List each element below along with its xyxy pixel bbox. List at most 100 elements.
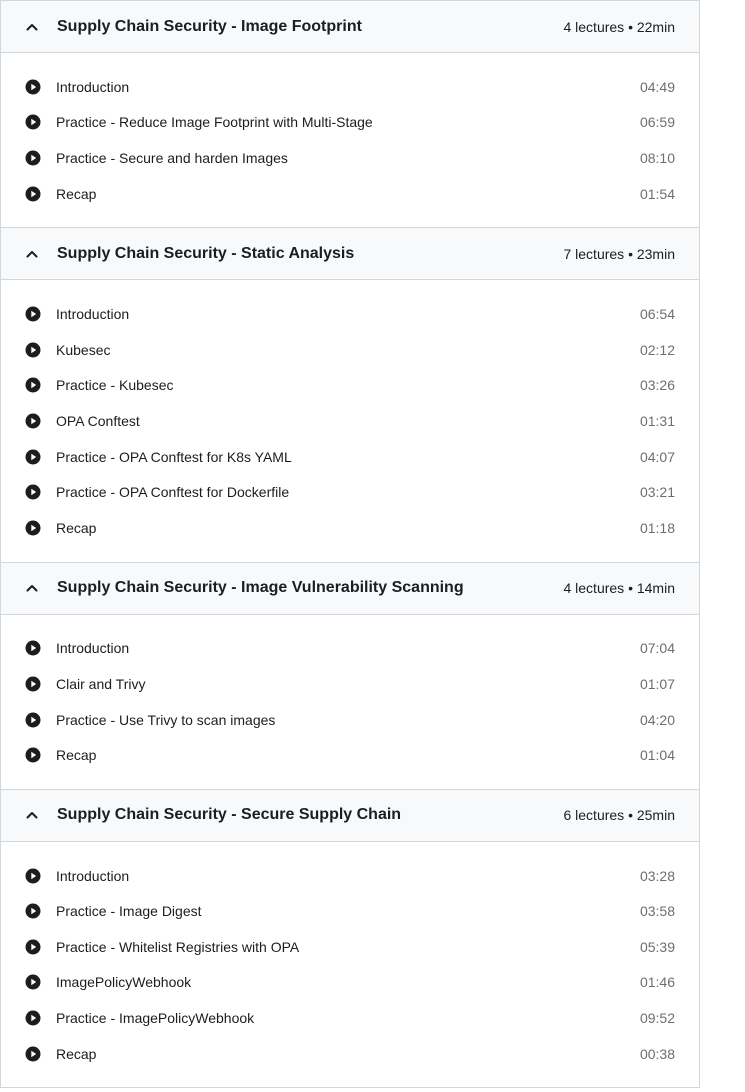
chevron-up-icon xyxy=(25,244,45,264)
lecture-item[interactable]: Kubesec 02:12 xyxy=(1,332,699,368)
play-circle-icon xyxy=(25,186,41,202)
lecture-item[interactable]: Practice - Use Trivy to scan images 04:2… xyxy=(1,702,699,738)
lecture-title[interactable]: Kubesec xyxy=(56,342,640,358)
lecture-list: Introduction 03:28 Practice - Image Dige… xyxy=(1,842,699,1088)
lecture-duration: 03:26 xyxy=(639,377,675,394)
lecture-item[interactable]: Introduction 04:49 xyxy=(1,69,699,105)
lecture-item[interactable]: Practice - OPA Conftest for Dockerfile 0… xyxy=(1,474,699,510)
lecture-item[interactable]: Recap 01:54 xyxy=(1,176,699,212)
course-curriculum: Supply Chain Security - Image Footprint … xyxy=(0,0,700,1089)
lecture-item[interactable]: Practice - Reduce Image Footprint with M… xyxy=(1,105,699,141)
lecture-title[interactable]: Practice - Secure and harden Images xyxy=(56,150,640,166)
lecture-duration: 06:59 xyxy=(639,114,675,131)
play-circle-icon xyxy=(25,484,41,500)
lecture-item[interactable]: Practice - ImagePolicyWebhook 09:52 xyxy=(1,1000,699,1036)
lecture-title[interactable]: Recap xyxy=(56,747,640,763)
play-circle-icon xyxy=(25,939,41,955)
lecture-list: Introduction 07:04 Clair and Trivy 01:07… xyxy=(1,615,699,789)
lecture-item[interactable]: Practice - Secure and harden Images 08:1… xyxy=(1,140,699,176)
section-header-toggle[interactable]: Supply Chain Security - Secure Supply Ch… xyxy=(1,789,699,842)
play-circle-icon xyxy=(25,712,41,728)
play-circle-icon xyxy=(25,342,41,358)
curriculum-section: Supply Chain Security - Static Analysis … xyxy=(0,228,700,563)
lecture-title[interactable]: Practice - Kubesec xyxy=(56,377,640,393)
lecture-title[interactable]: Introduction xyxy=(56,640,640,656)
lecture-item[interactable]: Recap 00:38 xyxy=(1,1036,699,1072)
lecture-title[interactable]: OPA Conftest xyxy=(56,413,640,429)
lecture-title[interactable]: Practice - ImagePolicyWebhook xyxy=(56,1010,640,1026)
lecture-item[interactable]: ImagePolicyWebhook 01:46 xyxy=(1,965,699,1001)
section-title: Supply Chain Security - Secure Supply Ch… xyxy=(57,806,402,824)
lecture-title[interactable]: Introduction xyxy=(56,79,640,95)
lecture-item[interactable]: Practice - OPA Conftest for K8s YAML 04:… xyxy=(1,439,699,475)
section-lecture-count: 4 lectures • 22min xyxy=(563,18,675,35)
play-circle-icon xyxy=(25,449,41,465)
play-circle-icon xyxy=(25,640,41,656)
lecture-title[interactable]: Practice - Use Trivy to scan images xyxy=(56,712,640,728)
chevron-up-icon xyxy=(25,17,45,37)
lecture-title[interactable]: Introduction xyxy=(56,868,640,884)
lecture-duration: 00:38 xyxy=(639,1045,675,1062)
lecture-duration: 04:20 xyxy=(639,711,675,728)
lecture-item[interactable]: Introduction 03:28 xyxy=(1,858,699,894)
lecture-item[interactable]: Introduction 06:54 xyxy=(1,296,699,332)
lecture-item[interactable]: Introduction 07:04 xyxy=(1,631,699,667)
lecture-duration: 01:54 xyxy=(639,185,675,202)
lecture-title[interactable]: Recap xyxy=(56,186,640,202)
chevron-up-icon xyxy=(25,578,45,598)
play-circle-icon xyxy=(25,413,41,429)
lecture-duration: 06:54 xyxy=(639,306,675,323)
lecture-title[interactable]: Recap xyxy=(56,520,640,536)
lecture-title[interactable]: ImagePolicyWebhook xyxy=(56,974,640,990)
lecture-duration: 01:31 xyxy=(639,412,675,429)
lecture-item[interactable]: Recap 01:04 xyxy=(1,737,699,773)
curriculum-section: Supply Chain Security - Image Footprint … xyxy=(0,0,700,229)
lecture-duration: 04:07 xyxy=(639,448,675,465)
lecture-duration: 03:28 xyxy=(639,867,675,884)
lecture-title[interactable]: Introduction xyxy=(56,306,640,322)
lecture-item[interactable]: Clair and Trivy 01:07 xyxy=(1,666,699,702)
lecture-duration: 08:10 xyxy=(639,149,675,166)
lecture-duration: 01:18 xyxy=(639,519,675,536)
play-circle-icon xyxy=(25,114,41,130)
chevron-up-icon xyxy=(25,805,45,825)
lecture-title[interactable]: Clair and Trivy xyxy=(56,676,640,692)
lecture-duration: 02:12 xyxy=(639,341,675,358)
section-lecture-count: 7 lectures • 23min xyxy=(563,245,675,262)
lecture-list: Introduction 06:54 Kubesec 02:12 Practic… xyxy=(1,280,699,561)
lecture-item[interactable]: Recap 01:18 xyxy=(1,510,699,546)
lecture-title[interactable]: Practice - OPA Conftest for K8s YAML xyxy=(56,449,640,465)
play-circle-icon xyxy=(25,747,41,763)
lecture-duration: 03:58 xyxy=(639,903,675,920)
lecture-title[interactable]: Practice - OPA Conftest for Dockerfile xyxy=(56,484,640,500)
page-margin xyxy=(700,0,745,1092)
section-title: Supply Chain Security - Static Analysis xyxy=(57,244,355,262)
lecture-duration: 07:04 xyxy=(639,640,675,657)
play-circle-icon xyxy=(25,1046,41,1062)
lecture-duration: 01:04 xyxy=(639,747,675,764)
section-title: Supply Chain Security - Image Footprint xyxy=(57,17,362,35)
section-header-toggle[interactable]: Supply Chain Security - Image Vulnerabil… xyxy=(1,562,699,615)
play-circle-icon xyxy=(25,868,41,884)
play-circle-icon xyxy=(25,79,41,95)
lecture-title[interactable]: Recap xyxy=(56,1046,640,1062)
lecture-item[interactable]: Practice - Image Digest 03:58 xyxy=(1,894,699,930)
lecture-duration: 01:07 xyxy=(639,675,675,692)
section-header-toggle[interactable]: Supply Chain Security - Static Analysis … xyxy=(1,228,699,281)
section-header-toggle[interactable]: Supply Chain Security - Image Footprint … xyxy=(1,1,699,53)
lecture-item[interactable]: OPA Conftest 01:31 xyxy=(1,403,699,439)
section-lecture-count: 6 lectures • 25min xyxy=(563,807,675,824)
play-circle-icon xyxy=(25,520,41,536)
lecture-item[interactable]: Practice - Kubesec 03:26 xyxy=(1,368,699,404)
lecture-duration: 05:39 xyxy=(639,938,675,955)
lecture-list: Introduction 04:49 Practice - Reduce Ima… xyxy=(1,53,699,227)
lecture-item[interactable]: Practice - Whitelist Registries with OPA… xyxy=(1,929,699,965)
lecture-title[interactable]: Practice - Whitelist Registries with OPA xyxy=(56,939,640,955)
lecture-duration: 09:52 xyxy=(639,1010,675,1027)
lecture-duration: 04:49 xyxy=(639,78,675,95)
play-circle-icon xyxy=(25,974,41,990)
lecture-title[interactable]: Practice - Reduce Image Footprint with M… xyxy=(56,114,640,130)
lecture-duration: 01:46 xyxy=(639,974,675,991)
lecture-title[interactable]: Practice - Image Digest xyxy=(56,903,640,919)
play-circle-icon xyxy=(25,306,41,322)
